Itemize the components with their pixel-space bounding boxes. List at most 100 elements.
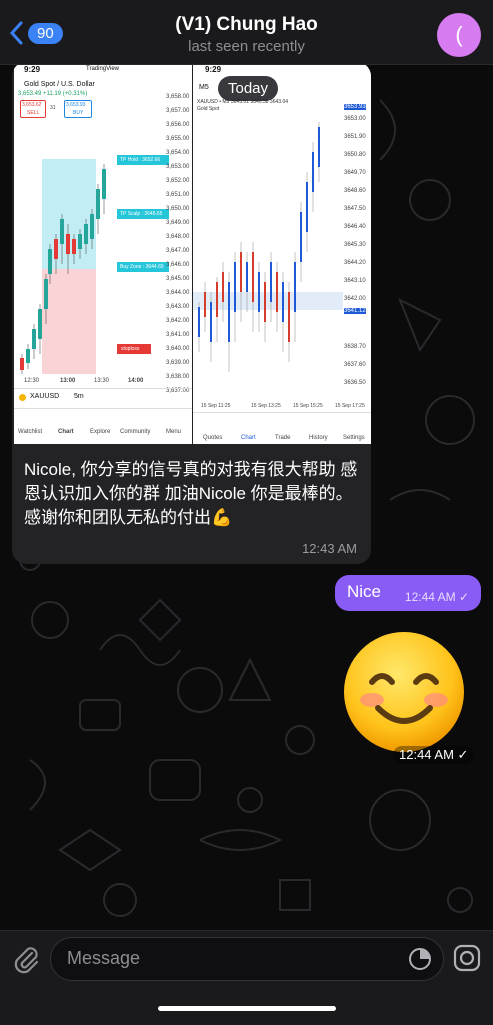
buy-price: 3,653.93 [66, 102, 86, 108]
home-indicator [158, 1006, 336, 1011]
price-tick: 3,639.00 [166, 360, 190, 366]
chat-status: last seen recently [188, 38, 305, 55]
outgoing-message-text: Nice [347, 582, 382, 601]
gold-coin-icon [19, 394, 26, 401]
price-tick: 3,655.00 [166, 136, 190, 142]
interval-selector[interactable]: 5m [74, 393, 84, 400]
time-tick: 15 Sep 13:25 [251, 403, 281, 409]
price-tick: 3,642.00 [166, 318, 190, 324]
tp-hold-label: TP Hold : 3652.66 [117, 155, 169, 165]
incoming-message-text: Nicole, 你分享的信号真的对我有很大帮助 感恩认识加入你的群 加油Nico… [24, 460, 358, 527]
tab-trade[interactable]: Trade [275, 435, 290, 441]
price-tick: 3642.00 [344, 296, 366, 302]
price-tick: 3651.90 [344, 134, 366, 140]
time-tick: 13:30 [94, 378, 110, 384]
incoming-message[interactable]: 9:29 TradingView Gold Spot / U.S. Dollar… [12, 62, 371, 564]
quote-change: 3,653.49 +11.19 (+0.31%) [18, 91, 88, 97]
stoploss-label: stoploss [117, 344, 151, 354]
tradingview-logo: TradingView [86, 66, 120, 72]
message-input[interactable]: Message [50, 937, 444, 981]
read-check-icon: ✓ [458, 590, 469, 604]
camera-icon[interactable] [452, 943, 482, 973]
sell-button[interactable]: 3,653.62 SELL [20, 100, 46, 118]
date-pill: Today [218, 76, 279, 101]
tab-chart[interactable]: Chart [58, 429, 74, 435]
message-placeholder: Message [67, 948, 141, 968]
tab-chart[interactable]: Chart [241, 435, 256, 441]
emoji-message-time: 12:44 AM ✓ [393, 746, 475, 764]
time-tick: 13:00 [60, 378, 76, 384]
tp-scalp-label: TP Scalp : 3648.65 [117, 209, 169, 219]
price-tick: 3653.93 [344, 104, 366, 110]
price-tick: 3,643.00 [166, 304, 190, 310]
buy-zone-text: Buy Zone : 3644.65 [120, 264, 164, 270]
smiling-face-emoji[interactable] [342, 630, 466, 754]
price-tick: 3,652.00 [166, 178, 190, 184]
ticker-bar: XAUUSD 5m [14, 388, 192, 407]
sticker-icon[interactable] [407, 946, 433, 972]
shot-clock: 9:29 [205, 65, 222, 74]
price-tick: 3,644.00 [166, 290, 190, 296]
price-tick: 3,653.00 [166, 164, 190, 170]
time-tick: 15 Sep 17:25 [335, 403, 365, 409]
time-tick: 15 Sep 11:25 [201, 403, 231, 409]
price-tick: 3646.40 [344, 224, 366, 230]
symbol-name: Gold Spot / U.S. Dollar [24, 81, 95, 88]
price-tick: 3648.60 [344, 188, 366, 194]
price-tick: 3,648.00 [166, 234, 190, 240]
buy-button[interactable]: 3,653.93 BUY [64, 100, 92, 118]
time-tick: 15 Sep 15:25 [293, 403, 323, 409]
ticker-symbol[interactable]: XAUUSD [30, 393, 59, 400]
buy-zone-label: Buy Zone : 3644.65 [117, 262, 169, 272]
price-tick: 3,656.00 [166, 122, 190, 128]
outgoing-message[interactable]: Nice 12:44 AM ✓ [335, 575, 481, 611]
price-tick: 3649.70 [344, 170, 366, 176]
tab-settings[interactable]: Settings [343, 435, 365, 441]
chat-title[interactable]: (V1) Chung Hao [0, 14, 493, 36]
photo-tradingview[interactable]: 9:29 TradingView Gold Spot / U.S. Dollar… [14, 62, 192, 444]
price-tick: 3647.50 [344, 206, 366, 212]
price-tick: 3,651.00 [166, 192, 190, 198]
time-tick: 14:00 [128, 378, 144, 384]
paperclip-icon[interactable] [10, 943, 42, 975]
price-tick: 3,654.00 [166, 150, 190, 156]
shot-clock: 9:29 [24, 65, 41, 74]
price-tick: 3,641.00 [166, 332, 190, 338]
price-tick: 3,638.00 [166, 374, 190, 380]
tab-history[interactable]: History [309, 435, 328, 441]
avatar[interactable]: ( [437, 13, 481, 57]
timeframe-button[interactable]: M5 [199, 84, 209, 91]
tp-scalp-text: TP Scalp : 3648.65 [120, 211, 163, 217]
price-tick: 3,657.00 [166, 108, 190, 114]
photo-mt5[interactable]: 9:29 M5 XAUUSD • M5 3643.01 3640.38 3643… [193, 62, 371, 444]
price-tick: 3645.30 [344, 242, 366, 248]
price-tick: 3,649.00 [166, 220, 190, 226]
chat-header: 90 (V1) Chung Hao last seen recently ( [0, 0, 493, 65]
tab-menu[interactable]: Menu [166, 429, 181, 435]
spread: 31 [50, 105, 56, 111]
incoming-message-time: 12:43 AM [302, 541, 357, 556]
price-tick: 3641.12 [344, 308, 366, 314]
price-tick: 3,645.00 [166, 276, 190, 282]
price-tick: 3636.50 [344, 380, 366, 386]
mt5-tabbar: Quotes Chart Trade History Settings [193, 412, 371, 444]
tab-community[interactable]: Community [120, 429, 150, 435]
price-tick: 3644.20 [344, 260, 366, 266]
price-tick: 3650.80 [344, 152, 366, 158]
tab-quotes[interactable]: Quotes [203, 435, 222, 441]
price-tick: 3653.00 [344, 116, 366, 122]
price-tick: 3637.60 [344, 362, 366, 368]
sell-price: 3,653.62 [22, 102, 42, 108]
price-tick: 3,658.00 [166, 94, 190, 100]
price-tick: 3643.10 [344, 278, 366, 284]
price-tick: 3,646.00 [166, 262, 190, 268]
sell-label: SELL [27, 110, 40, 116]
price-tick: 3,650.00 [166, 206, 190, 212]
tab-watchlist[interactable]: Watchlist [18, 429, 42, 435]
stoploss-text: stoploss [121, 346, 140, 352]
price-tick: 3,640.00 [166, 346, 190, 352]
price-tick: 3,647.00 [166, 248, 190, 254]
tab-explore[interactable]: Explore [90, 429, 110, 435]
buy-label: BUY [73, 110, 84, 116]
tp-hold-text: TP Hold : 3652.66 [120, 157, 161, 163]
